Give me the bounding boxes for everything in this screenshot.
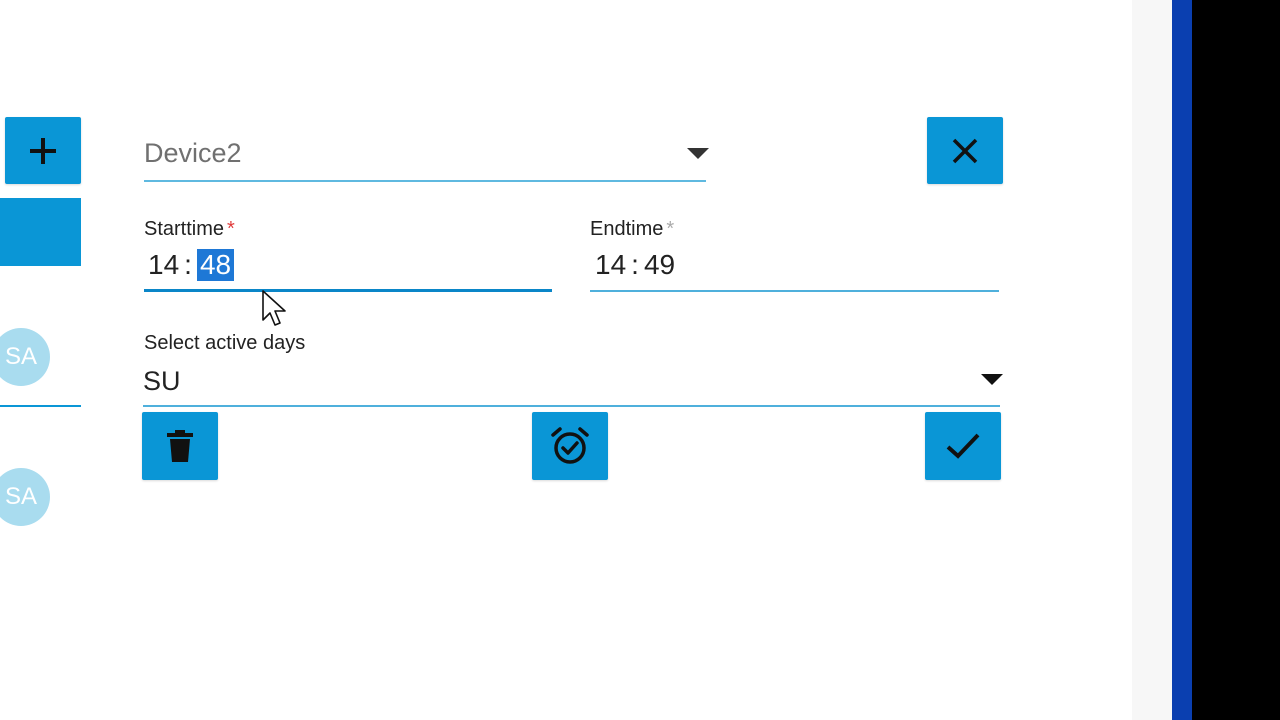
- close-button[interactable]: [927, 117, 1003, 184]
- time-separator: :: [184, 249, 192, 280]
- trash-icon: [167, 430, 193, 462]
- background-window-edge: [1132, 0, 1172, 720]
- delete-button[interactable]: [142, 412, 218, 480]
- active-days-label: Select active days: [144, 332, 306, 354]
- list-divider: [0, 405, 81, 407]
- device-select-underline: [144, 180, 706, 182]
- confirm-button[interactable]: [925, 412, 1001, 480]
- checkmark-icon: [946, 433, 980, 459]
- endtime-minutes[interactable]: 49: [644, 249, 675, 281]
- plus-icon: [30, 137, 56, 164]
- screen-border: [1192, 0, 1280, 720]
- starttime-hours[interactable]: 14: [148, 249, 179, 281]
- taskbar-edge: [1172, 0, 1192, 720]
- close-icon: [952, 138, 978, 163]
- alarm-clock-icon: [551, 427, 589, 464]
- list-item-selected[interactable]: [0, 198, 81, 266]
- chevron-down-icon: [687, 148, 709, 159]
- add-button[interactable]: [5, 117, 81, 184]
- avatar: SA: [0, 328, 50, 386]
- active-days-underline: [143, 405, 1000, 407]
- endtime-underline: [590, 290, 999, 292]
- starttime-input[interactable]: 14 : 48: [148, 247, 235, 283]
- starttime-minutes[interactable]: 48: [196, 249, 235, 281]
- time-separator: :: [631, 249, 639, 280]
- active-days-value: SU: [143, 366, 181, 396]
- starttime-label: Starttime *: [144, 218, 235, 240]
- endtime-hours[interactable]: 14: [595, 249, 626, 281]
- endtime-input[interactable]: 14 : 49: [595, 247, 675, 283]
- endtime-label: Endtime *: [590, 218, 675, 240]
- avatar: SA: [0, 468, 50, 526]
- required-marker: *: [666, 218, 675, 240]
- active-days-select[interactable]: SU: [143, 362, 1003, 406]
- alarm-button[interactable]: [532, 412, 608, 480]
- chevron-down-icon: [981, 374, 1003, 385]
- starttime-underline: [144, 289, 552, 292]
- mouse-cursor-icon: [262, 290, 286, 326]
- required-marker: *: [227, 218, 235, 240]
- device-select[interactable]: Device2: [144, 130, 709, 182]
- device-select-value: Device2: [144, 138, 242, 168]
